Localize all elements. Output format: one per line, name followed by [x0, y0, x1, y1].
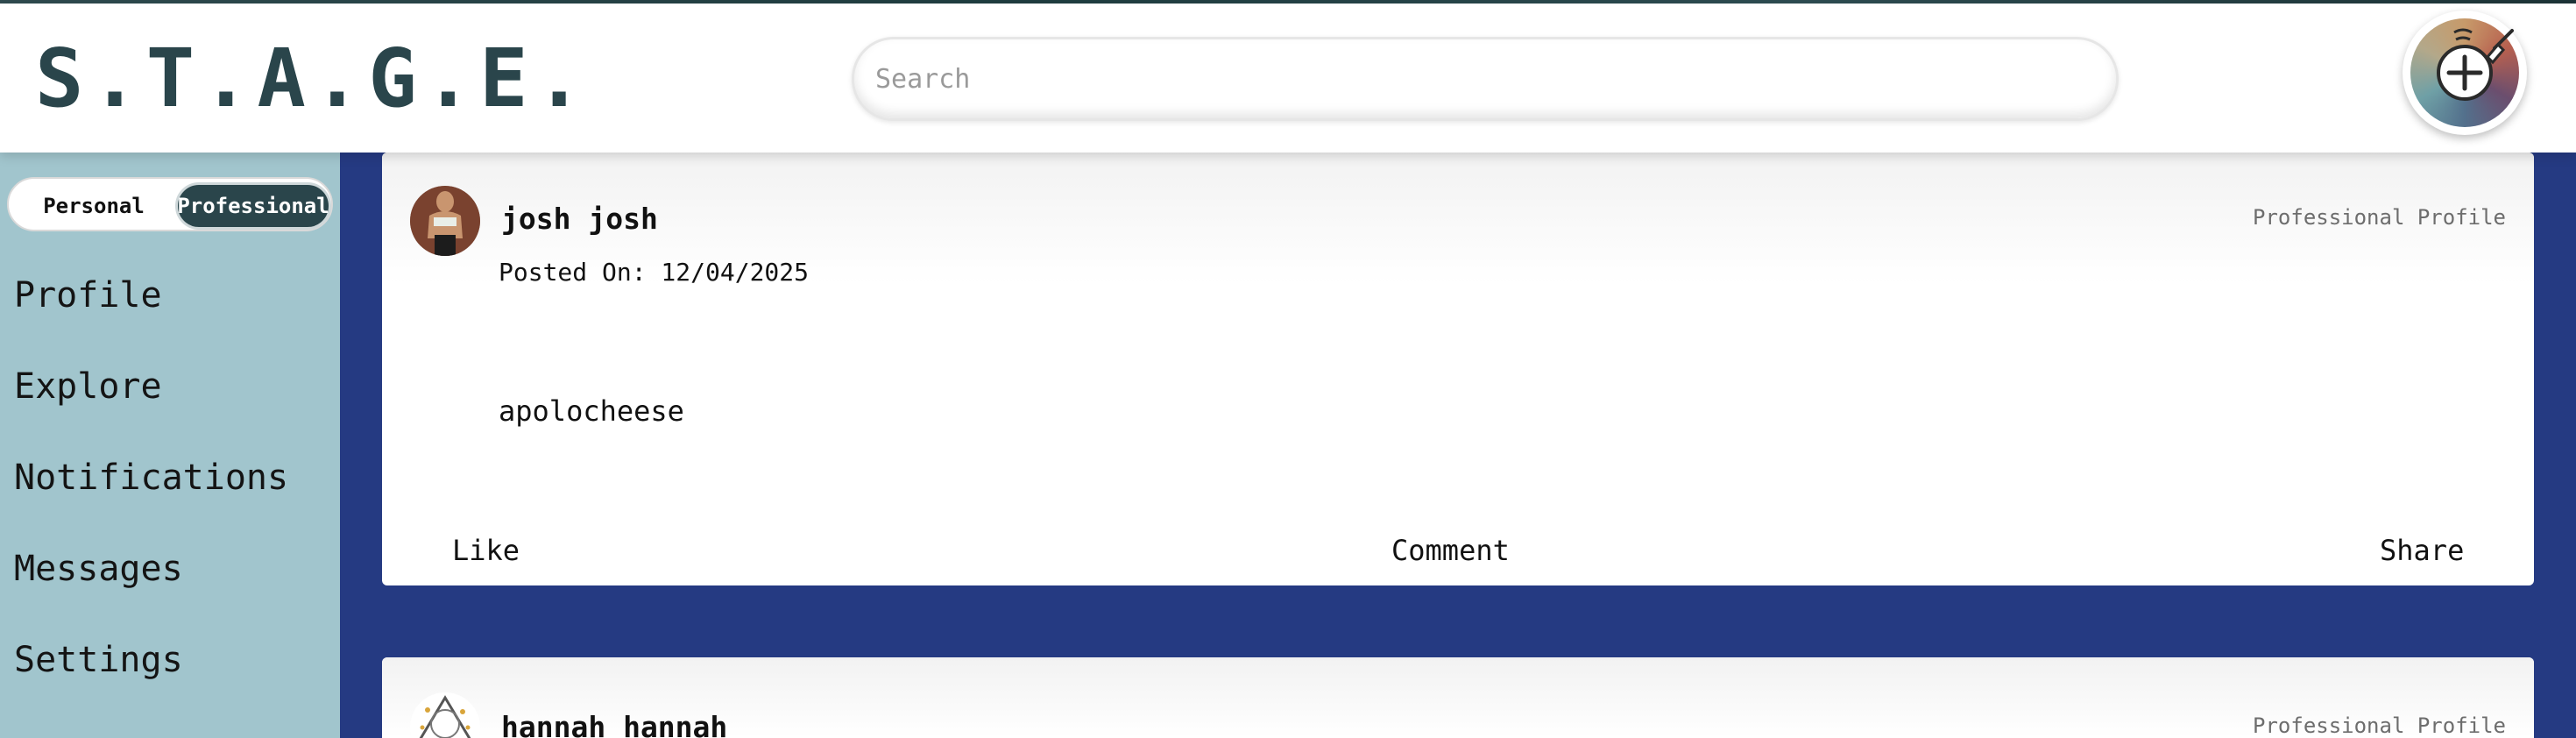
app-logo[interactable]: S.T.A.G.E.	[35, 26, 591, 131]
sidebar-item-notifications[interactable]: Notifications	[14, 458, 288, 498]
profile-mode-toggle[interactable]: Personal Professional	[7, 177, 333, 231]
share-button[interactable]: Share	[2380, 534, 2464, 567]
post-card: josh josh Professional Profile Posted On…	[382, 153, 2534, 585]
top-bar: S.T.A.G.E.	[0, 4, 2576, 153]
like-button[interactable]: Like	[452, 534, 520, 567]
toggle-personal-option[interactable]: Personal	[12, 182, 175, 230]
comment-button[interactable]: Comment	[1391, 534, 1510, 567]
sidebar-item-profile[interactable]: Profile	[14, 275, 162, 316]
avatar[interactable]	[410, 186, 480, 256]
sidebar-item-settings[interactable]: Settings	[14, 640, 183, 680]
profile-type-label: Professional Profile	[2253, 713, 2506, 738]
paintbrush-plus-icon	[2410, 18, 2519, 127]
toggle-professional-option[interactable]: Professional	[175, 182, 331, 230]
post-author[interactable]: hannah hannah	[501, 710, 727, 738]
post-body-text: apolocheese	[499, 394, 684, 428]
post-author[interactable]: josh josh	[501, 202, 658, 236]
sidebar-item-messages[interactable]: Messages	[14, 549, 183, 589]
profile-type-label: Professional Profile	[2253, 205, 2506, 230]
sidebar: Personal Professional Profile Explore No…	[0, 153, 340, 738]
search-input[interactable]	[852, 37, 2119, 121]
sidebar-item-explore[interactable]: Explore	[14, 366, 162, 407]
post-date: Posted On: 12/04/2025	[499, 258, 810, 287]
post-card: hannah hannah Professional Profile	[382, 657, 2534, 738]
create-post-button[interactable]	[2403, 11, 2527, 135]
